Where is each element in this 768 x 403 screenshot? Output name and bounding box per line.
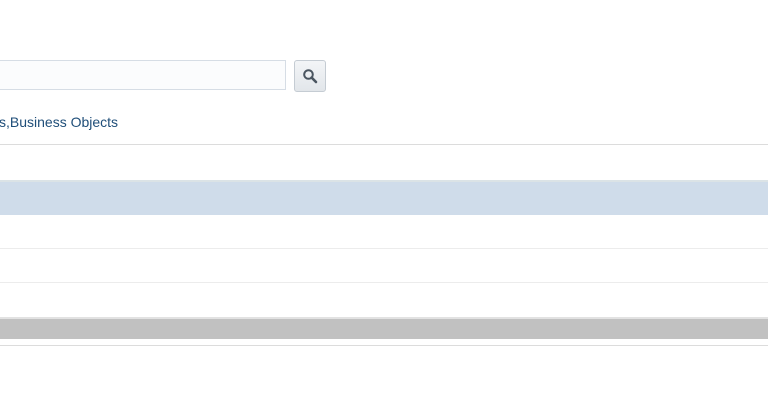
breadcrumb-text[interactable]: ,Business Objects (6, 114, 118, 130)
header-divider (0, 144, 768, 145)
search-icon (303, 69, 318, 84)
breadcrumb[interactable]: s,Business Objects (0, 114, 118, 130)
table-row[interactable] (0, 283, 768, 316)
search-bar (0, 60, 330, 92)
table-row[interactable] (0, 249, 768, 283)
table-row-selected[interactable] (0, 180, 768, 215)
table-row[interactable] (0, 215, 768, 249)
footer-divider (0, 345, 768, 346)
search-input[interactable] (0, 60, 286, 90)
table-footer-bar (0, 317, 768, 339)
page: s,Business Objects (0, 0, 768, 403)
search-button[interactable] (294, 60, 326, 92)
